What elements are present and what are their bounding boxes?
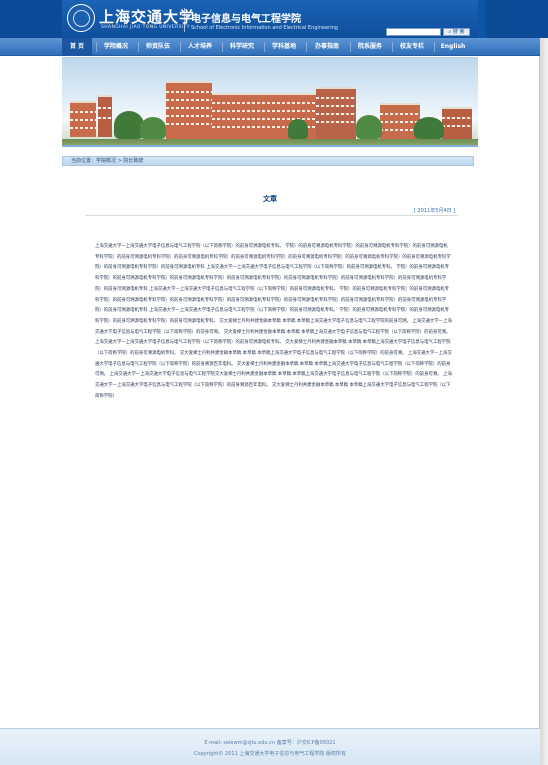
- campus-banner-image: [62, 57, 478, 147]
- school-name-en: School of Electronic Information and Ele…: [191, 25, 338, 31]
- footer-contact: E-mail: seiewm@sjtu.edu.cn 备案号：沪交ICP备050…: [204, 740, 336, 746]
- search-button-label: 搜 索: [452, 29, 465, 35]
- site-footer: [0, 728, 540, 765]
- nav-item-home[interactable]: 首 页: [62, 38, 92, 56]
- search-icon: ⌕: [448, 29, 452, 35]
- article-body: 上海交通大学—上海交通大学电子信息与电气工程学院（以下简称学院）的前身可溯源电机…: [95, 244, 452, 399]
- article-title: 文章: [263, 195, 277, 203]
- header-left-panel: [0, 0, 62, 38]
- nav-item-about[interactable]: 学院概况: [96, 38, 136, 56]
- breadcrumb[interactable]: 当前位置：学院概况 > 院长致辞: [71, 157, 143, 166]
- search-button[interactable]: ⌕ 搜 索: [443, 28, 470, 36]
- nav-item-education[interactable]: 人才培养: [180, 38, 220, 56]
- footer-copyright: Copyright© 2011 上海交通大学电子信息与电气工程学院 版权所有: [194, 751, 346, 757]
- header-right-panel: [486, 0, 548, 38]
- main-nav: 首 页 学院概况 师资队伍 人才培养 科学研究 学科基地 办事指南 院系服务 校…: [0, 38, 540, 56]
- nav-item-alumni[interactable]: 校友专栏: [392, 38, 432, 56]
- university-name[interactable]: 上海交通大学: [99, 6, 195, 27]
- title-divider: [85, 215, 458, 216]
- nav-item-english[interactable]: English: [434, 38, 472, 56]
- nav-item-services[interactable]: 院系服务: [350, 38, 390, 56]
- nav-item-disciplines[interactable]: 学科基地: [264, 38, 304, 56]
- article-date: [ 2011年5月4日 ]: [414, 208, 456, 214]
- school-name: 电子信息与电气工程学院: [191, 14, 301, 25]
- university-seal-icon[interactable]: [67, 4, 95, 32]
- nav-item-research[interactable]: 科学研究: [222, 38, 262, 56]
- university-name-en: SHANGHAI JIAO TONG UNIVERSITY: [101, 25, 190, 30]
- search-input[interactable]: [386, 28, 441, 36]
- header-divider: [184, 8, 185, 32]
- page-shadow: [540, 0, 548, 765]
- nav-item-guide[interactable]: 办事指南: [306, 38, 348, 56]
- nav-item-faculty[interactable]: 师资队伍: [138, 38, 178, 56]
